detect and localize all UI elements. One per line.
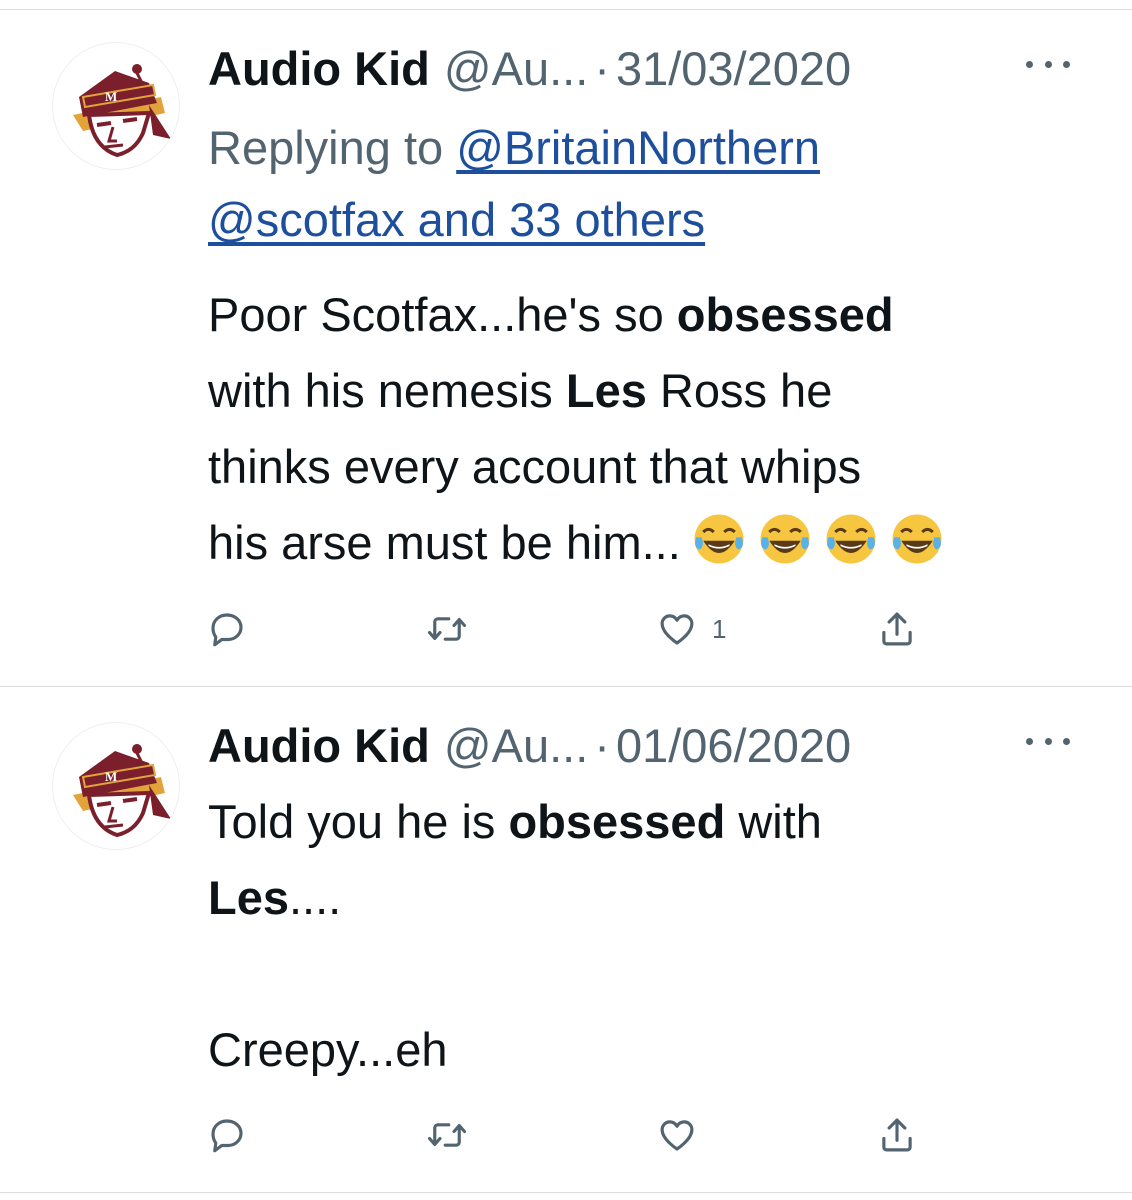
avatar-logo-icon: M xyxy=(73,64,171,158)
share-button[interactable] xyxy=(876,1110,918,1160)
tweet-actions: 1 xyxy=(206,604,926,654)
text-span: .... xyxy=(289,871,342,924)
replying-prefix: Replying to xyxy=(208,121,444,174)
more-options-icon[interactable] xyxy=(1026,44,1070,84)
retweet-icon xyxy=(427,617,467,641)
separator: · xyxy=(594,718,610,772)
bottom-divider xyxy=(0,1192,1132,1193)
avatar-logo-icon: M xyxy=(73,744,171,838)
reply-button[interactable] xyxy=(206,604,248,654)
tweet-date[interactable]: 01/06/2020 xyxy=(616,718,851,773)
text-span: his arse must be him... xyxy=(208,516,681,569)
svg-text:M: M xyxy=(105,89,117,104)
more-options-icon[interactable] xyxy=(1026,721,1070,761)
tweet-header: Audio Kid @Au... · 31/03/2020 xyxy=(208,38,1102,98)
like-count: 1 xyxy=(712,613,727,644)
tears-of-joy-emoji-icon xyxy=(826,514,876,564)
text-span: Told you he is xyxy=(208,795,509,848)
replying-others-link[interactable]: @scotfax and 33 others xyxy=(208,193,705,246)
share-icon xyxy=(882,612,912,646)
tweet-actions xyxy=(206,1110,926,1160)
replying-user-link[interactable]: @BritainNorthern xyxy=(456,121,820,174)
tears-of-joy-emoji-icon xyxy=(892,514,942,564)
reply-icon xyxy=(211,1119,243,1153)
share-button[interactable] xyxy=(876,604,918,654)
text-span: Creepy...eh xyxy=(208,1023,448,1076)
tweet-text: Poor Scotfax...he's so obsessed with his… xyxy=(208,277,1088,581)
like-button[interactable] xyxy=(656,1110,712,1160)
user-handle[interactable]: @Au... xyxy=(444,718,588,773)
retweet-icon xyxy=(427,1123,467,1147)
bold-text: Les xyxy=(565,364,647,417)
share-icon xyxy=(882,1118,912,1152)
heart-icon xyxy=(660,614,694,645)
heart-icon xyxy=(660,1120,694,1151)
tears-of-joy-emoji-icon xyxy=(694,514,744,564)
reply-icon xyxy=(211,613,243,647)
tweet-text: Told you he is obsessed with Les.... Cre… xyxy=(208,784,1088,1088)
text-span: with his nemesis xyxy=(208,364,566,417)
text-span: with xyxy=(725,795,822,848)
text-span: Poor Scotfax...he's so xyxy=(208,288,677,341)
tweet-date[interactable]: 31/03/2020 xyxy=(616,41,851,96)
tweet-2[interactable]: M Audio Kid @Au... · 01/06/2020 Told you… xyxy=(0,687,1132,1192)
tweet-1[interactable]: M Audio Kid @Au... · 31/03/2020 Replying… xyxy=(0,0,1132,686)
display-name[interactable]: Audio Kid xyxy=(208,41,430,96)
retweet-button[interactable] xyxy=(426,1110,468,1160)
avatar[interactable]: M xyxy=(52,42,180,170)
tweet-header: Audio Kid @Au... · 01/06/2020 xyxy=(208,715,1102,775)
text-span: thinks every account that whips xyxy=(208,440,862,493)
retweet-button[interactable] xyxy=(426,604,468,654)
tears-of-joy-emoji-icon xyxy=(760,514,810,564)
avatar[interactable]: M xyxy=(52,722,180,850)
separator: · xyxy=(594,41,610,95)
like-button[interactable]: 1 xyxy=(656,604,726,654)
svg-text:M: M xyxy=(105,769,117,784)
reply-button[interactable] xyxy=(206,1110,248,1160)
text-span: Ross he xyxy=(646,364,833,417)
display-name[interactable]: Audio Kid xyxy=(208,718,430,773)
replying-to: Replying to @BritainNorthern @scotfax an… xyxy=(208,112,1088,256)
bold-text: obsessed xyxy=(676,288,894,341)
user-handle[interactable]: @Au... xyxy=(444,41,588,96)
bold-text: obsessed xyxy=(508,795,726,848)
bold-text: Les xyxy=(208,871,289,924)
